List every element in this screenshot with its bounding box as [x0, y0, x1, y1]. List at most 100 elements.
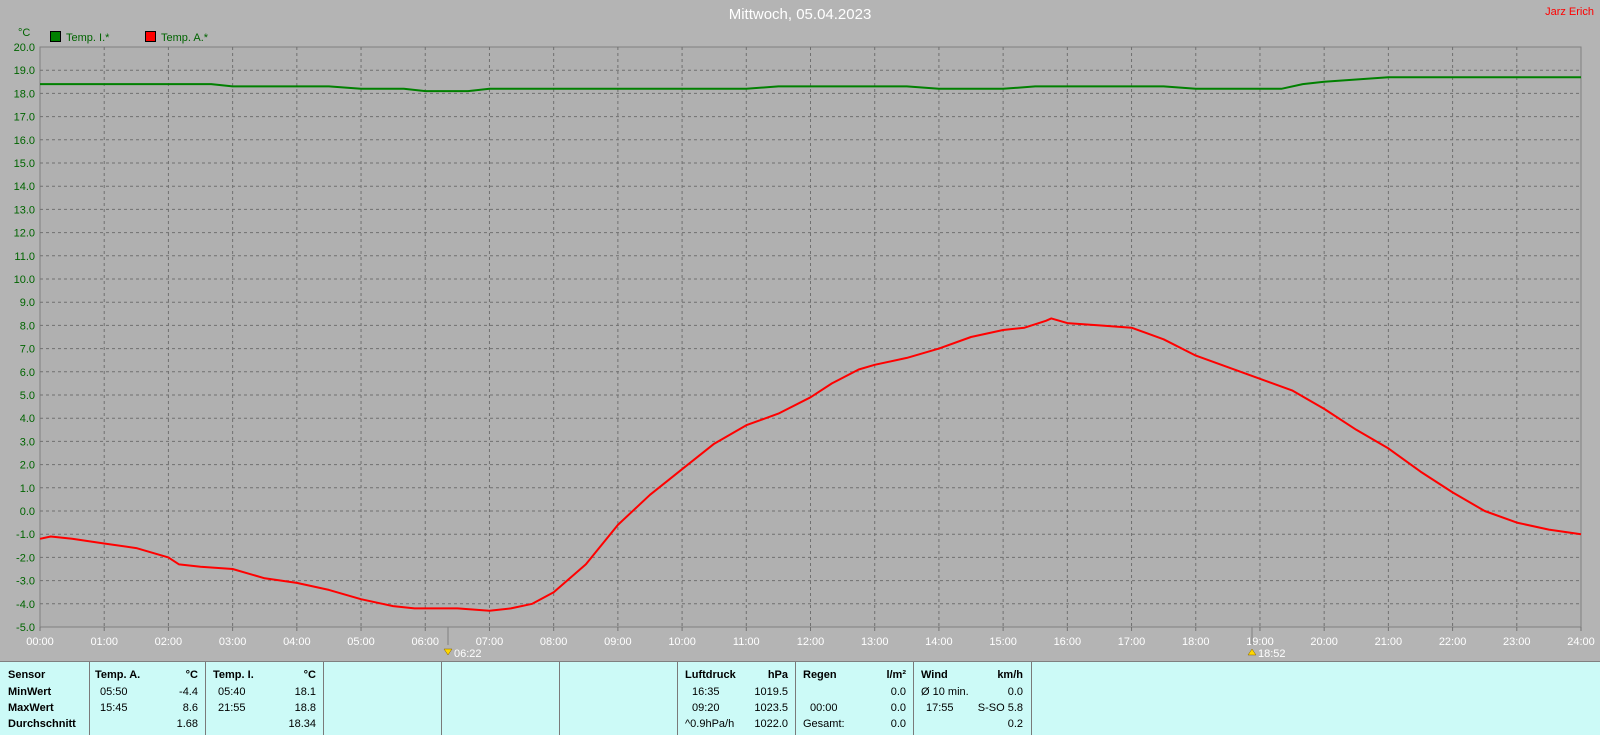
minwert-label: MinWert [8, 686, 52, 698]
x-tick-label: 11:00 [733, 636, 760, 648]
y-tick-label: 10.0 [14, 274, 35, 286]
x-tick-label: 02:00 [155, 636, 183, 648]
x-tick-label: 20:00 [1310, 636, 1338, 648]
x-tick-label: 16:00 [1054, 636, 1082, 648]
statistics-panel: Sensor MinWert MaxWert Durchschnitt Temp… [0, 661, 1600, 735]
durchschnitt-label: Durchschnitt [8, 718, 76, 730]
x-tick-label: 24:00 [1567, 636, 1595, 648]
luftdruck-min-time: 16:35 [692, 686, 720, 698]
divider [1031, 662, 1032, 735]
y-tick-label: -3.0 [16, 576, 35, 588]
sunrise-icon [443, 648, 453, 656]
wind-avg-label: Ø 10 min. [921, 686, 969, 698]
x-tick-label: 07:00 [476, 636, 504, 648]
x-tick-label: 17:00 [1118, 636, 1146, 648]
divider [677, 662, 678, 735]
wind-header: Wind [921, 669, 948, 681]
x-tick-label: 21:00 [1375, 636, 1403, 648]
y-tick-label: 14.0 [14, 181, 35, 193]
luftdruck-max-time: 09:20 [692, 702, 720, 714]
temp-a-unit: °C [185, 669, 198, 681]
y-tick-label: 5.0 [20, 390, 35, 402]
y-tick-label: 20.0 [14, 42, 35, 54]
y-tick-label: 8.0 [20, 320, 35, 332]
y-tick-label: 16.0 [14, 135, 35, 147]
x-tick-label: 10:00 [668, 636, 696, 648]
x-tick-label: 13:00 [861, 636, 889, 648]
y-tick-label: -1.0 [16, 529, 35, 541]
temp-i-header: Temp. I. [213, 669, 254, 681]
wind-unit: km/h [997, 669, 1023, 681]
y-tick-label: 12.0 [14, 228, 35, 240]
divider [913, 662, 914, 735]
y-tick-label: 9.0 [20, 297, 35, 309]
y-tick-label: 17.0 [14, 112, 35, 124]
y-tick-label: -5.0 [16, 622, 35, 634]
sunset-label: 18:52 [1258, 648, 1286, 660]
x-tick-label: 08:00 [540, 636, 568, 648]
sunset-icon [1247, 648, 1257, 656]
divider [441, 662, 442, 735]
wind-gust-value: S-SO 5.8 [977, 702, 1023, 714]
x-tick-label: 04:00 [283, 636, 311, 648]
x-tick-label: 22:00 [1439, 636, 1467, 648]
y-tick-label: 4.0 [20, 413, 35, 425]
y-tick-label: 11.0 [14, 251, 35, 263]
temp-i-avg-value: 18.34 [288, 718, 316, 730]
luftdruck-min-value: 1019.5 [754, 686, 788, 698]
y-tick-label: 19.0 [14, 65, 35, 77]
regen-total-label: Gesamt: [803, 718, 845, 730]
regen-header: Regen [803, 669, 837, 681]
x-tick-label: 15:00 [989, 636, 1017, 648]
regen-total-value: 0.0 [890, 718, 906, 730]
temp-i-unit: °C [303, 669, 316, 681]
sunrise-label: 06:22 [454, 648, 482, 660]
y-tick-label: 7.0 [20, 344, 35, 356]
regen-unit: l/m² [886, 669, 906, 681]
temp-a-header: Temp. A. [95, 669, 141, 681]
temp-i-max-time: 21:55 [218, 702, 246, 714]
x-tick-label: 19:00 [1246, 636, 1274, 648]
temp-a-max-value: 8.6 [182, 702, 198, 714]
y-tick-label: 0.0 [20, 506, 35, 518]
luftdruck-unit: hPa [767, 669, 788, 681]
x-tick-label: 23:00 [1503, 636, 1531, 648]
divider [205, 662, 206, 735]
wind-day-avg-value: 0.2 [1007, 718, 1023, 730]
x-tick-label: 09:00 [604, 636, 632, 648]
x-tick-label: 06:00 [411, 636, 439, 648]
y-tick-label: 13.0 [14, 204, 35, 216]
regen-value: 0.0 [890, 702, 906, 714]
wind-gust-time: 17:55 [926, 702, 954, 714]
y-tick-label: 3.0 [20, 436, 35, 448]
regen-time: 00:00 [810, 702, 838, 714]
x-tick-label: 03:00 [219, 636, 247, 648]
divider [795, 662, 796, 735]
temp-a-min-value: -4.4 [179, 686, 198, 698]
y-tick-label: -2.0 [16, 552, 35, 564]
divider [559, 662, 560, 735]
regen-rate-value: 0.0 [890, 686, 906, 698]
x-tick-label: 00:00 [26, 636, 54, 648]
y-tick-label: 1.0 [20, 483, 35, 495]
x-tick-label: 14:00 [925, 636, 953, 648]
temp-i-min-value: 18.1 [294, 686, 316, 698]
x-tick-label: 12:00 [797, 636, 825, 648]
maxwert-label: MaxWert [8, 702, 54, 714]
y-tick-label: 15.0 [14, 158, 35, 170]
temp-i-max-value: 18.8 [294, 702, 316, 714]
y-tick-label: 6.0 [20, 367, 35, 379]
luftdruck-header: Luftdruck [685, 669, 736, 681]
luftdruck-current-value: 1022.0 [754, 718, 788, 730]
y-tick-label: -4.0 [16, 599, 35, 611]
y-tick-label: 18.0 [14, 88, 35, 100]
temp-a-max-time: 15:45 [100, 702, 128, 714]
temperature-chart: -5.0 -4.0 -3.0 -2.0 -1.0 0.0 1.0 2.0 3.0 4.0 5.0 6.… [14, 42, 1595, 660]
x-tick-label: 05:00 [347, 636, 375, 648]
y-axis-ticks: -5.0 -4.0 -3.0 -2.0 -1.0 0.0 1.0 2.0 3.0 4.0 5.0 6.… [14, 42, 35, 634]
x-axis-ticks: 00:00 01:00 02:00 03:00 04:00 05:00 06:00 07:00… [26, 627, 1595, 648]
y-tick-label: 2.0 [20, 460, 35, 472]
x-tick-label: 01:00 [90, 636, 118, 648]
temp-i-min-time: 05:40 [218, 686, 246, 698]
x-tick-label: 18:00 [1182, 636, 1210, 648]
